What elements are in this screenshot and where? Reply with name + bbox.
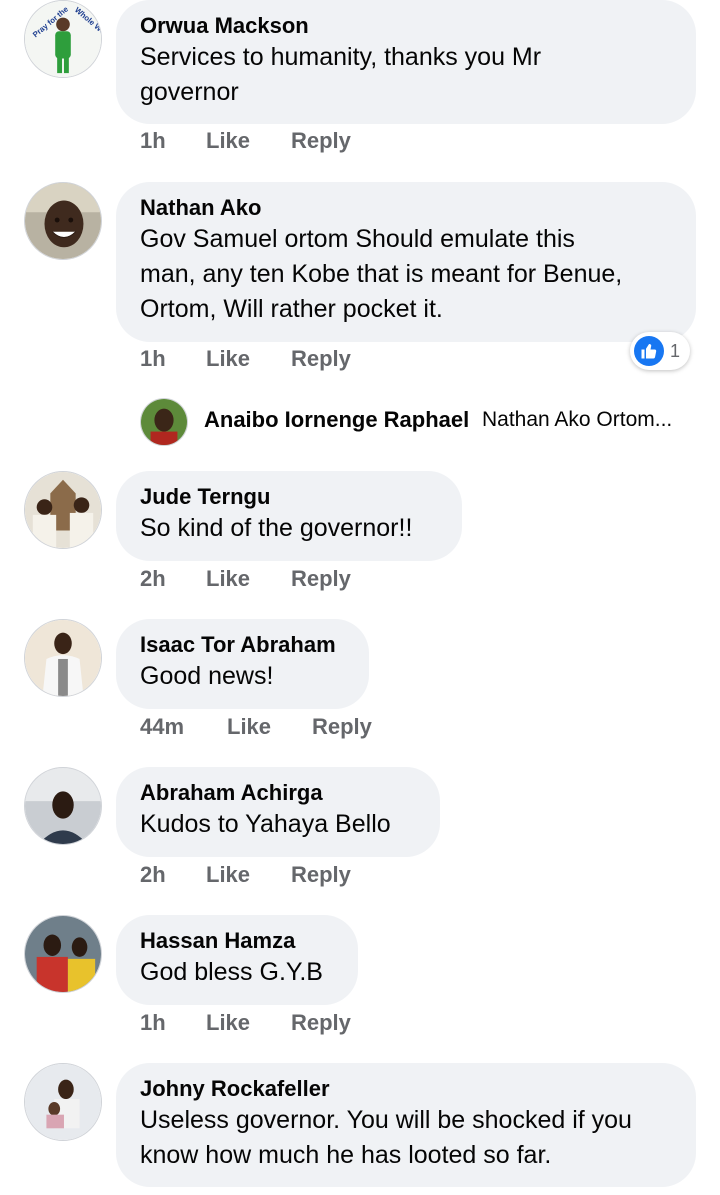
avatar-abraham-achirga[interactable] <box>24 767 102 845</box>
comment-text-line: Good news! <box>140 662 274 690</box>
comment-timestamp[interactable]: 1h <box>140 1010 206 1036</box>
comment-text-line: know how much he has looted so far. <box>140 1141 552 1169</box>
comment-text-line: governor <box>140 78 239 106</box>
comment-bubble: Nathan Ako Gov Samuel ortom Should emula… <box>116 182 696 342</box>
thumbs-up-icon <box>634 336 664 366</box>
avatar-orwua-mackson[interactable]: Pray for the Whole World <box>24 0 102 78</box>
reply-author[interactable]: Anaibo Iornenge Raphael <box>204 407 469 433</box>
reply-snippet: Nathan Ako Ortom... <box>482 408 673 431</box>
comment-text-line: So kind of the governor!! <box>140 514 413 542</box>
comment-actions: 1h Like Reply <box>140 346 351 372</box>
reply-button[interactable]: Reply <box>291 128 351 154</box>
reply-button[interactable]: Reply <box>291 862 351 888</box>
comment-bubble: Isaac Tor Abraham Good news! <box>116 619 369 709</box>
comment-text-line: man, any ten Kobe that is meant for Benu… <box>140 260 623 288</box>
reaction-summary[interactable]: 1 <box>630 332 691 370</box>
avatar-jude-terngu[interactable] <box>24 471 102 549</box>
avatar-johny-rockafeller[interactable] <box>24 1063 102 1141</box>
comment-bubble: Hassan Hamza God bless G.Y.B <box>116 915 358 1005</box>
comment-timestamp[interactable]: 2h <box>140 862 206 888</box>
comment-actions: 2h Like Reply <box>140 862 351 888</box>
reaction-count: 1 <box>670 340 681 361</box>
comment-bubble: Orwua Mackson Services to humanity, than… <box>116 0 696 124</box>
avatar-hassan-hamza[interactable] <box>24 915 102 993</box>
comment-text-line: Services to humanity, thanks you Mr <box>140 43 542 71</box>
comment-author[interactable]: Abraham Achirga <box>140 779 416 807</box>
like-button[interactable]: Like <box>206 128 291 154</box>
comment-author[interactable]: Hassan Hamza <box>140 927 334 955</box>
avatar-isaac-tor-abraham[interactable] <box>24 619 102 697</box>
comment-bubble: Jude Terngu So kind of the governor!! <box>116 471 462 561</box>
comment-text-line: Useless governor. You will be shocked if… <box>140 1106 632 1134</box>
avatar-nathan-ako[interactable] <box>24 182 102 260</box>
comment-text-line: God bless G.Y.B <box>140 958 323 986</box>
like-button[interactable]: Like <box>206 862 291 888</box>
comment-text-line: Gov Samuel ortom Should emulate this <box>140 225 575 253</box>
comment-timestamp[interactable]: 44m <box>140 714 227 740</box>
comment-bubble: Abraham Achirga Kudos to Yahaya Bello <box>116 767 440 857</box>
like-button[interactable]: Like <box>206 346 291 372</box>
like-button[interactable]: Like <box>227 714 312 740</box>
avatar-anaibo-raphael[interactable] <box>140 398 188 446</box>
comment-timestamp[interactable]: 1h <box>140 346 206 372</box>
comment-timestamp[interactable]: 1h <box>140 128 206 154</box>
comment-actions: 1h Like Reply <box>140 128 351 154</box>
comment-actions: 1h Like Reply <box>140 1010 351 1036</box>
reply-button[interactable]: Reply <box>291 1010 351 1036</box>
comment-actions: 2h Like Reply <box>140 566 351 592</box>
comment-text-line: Kudos to Yahaya Bello <box>140 810 391 838</box>
comment-text-line: Ortom, Will rather pocket it. <box>140 295 443 323</box>
reply-button[interactable]: Reply <box>291 566 351 592</box>
comment-timestamp[interactable]: 2h <box>140 566 206 592</box>
comment-author[interactable]: Johny Rockafeller <box>140 1075 672 1103</box>
reply-button[interactable]: Reply <box>312 714 372 740</box>
reply-button[interactable]: Reply <box>291 346 351 372</box>
comment-author[interactable]: Jude Terngu <box>140 483 438 511</box>
comment-author[interactable]: Orwua Mackson <box>140 12 672 40</box>
like-button[interactable]: Like <box>206 1010 291 1036</box>
like-button[interactable]: Like <box>206 566 291 592</box>
comment-actions: 44m Like Reply <box>140 714 372 740</box>
comment-bubble: Johny Rockafeller Useless governor. You … <box>116 1063 696 1187</box>
comment-author[interactable]: Isaac Tor Abraham <box>140 631 345 659</box>
comment-author[interactable]: Nathan Ako <box>140 194 672 222</box>
